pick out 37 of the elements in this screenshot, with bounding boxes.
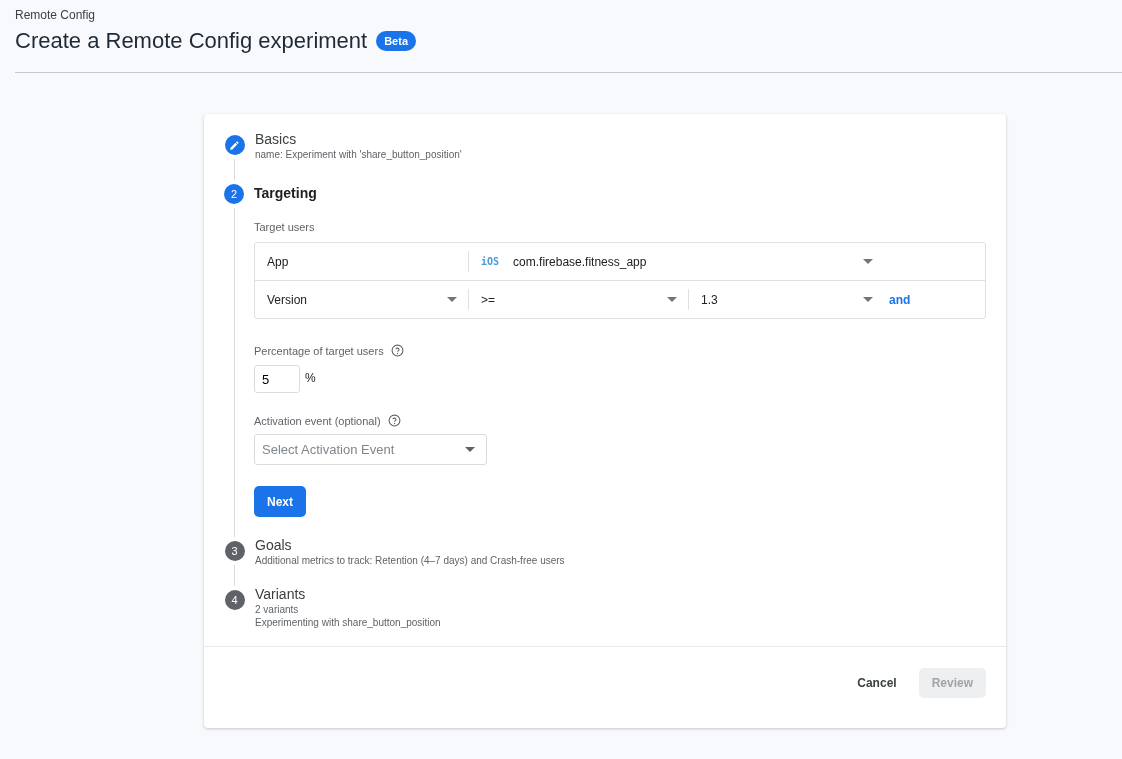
caret-icon xyxy=(863,259,873,264)
step-number: 4 xyxy=(224,590,245,610)
next-button[interactable]: Next xyxy=(254,486,306,517)
caret-icon xyxy=(465,447,475,452)
step-title[interactable]: Targeting xyxy=(254,185,986,201)
cancel-button[interactable]: Cancel xyxy=(845,668,909,698)
step-summary: Experimenting with share_button_position xyxy=(255,617,442,628)
percent-sign: % xyxy=(305,371,316,385)
breadcrumb: Remote Config xyxy=(15,8,97,22)
value-select[interactable]: iOS com.firebase.fitness_app xyxy=(469,243,885,280)
beta-badge: Beta xyxy=(376,31,416,51)
step-number: 3 xyxy=(224,541,245,561)
platform-label: iOS xyxy=(481,256,500,267)
step-summary: name: Experiment with 'share_button_position' xyxy=(255,149,463,160)
activation-label: Activation event (optional) xyxy=(254,414,381,427)
and-link[interactable]: and xyxy=(889,292,911,307)
step-title[interactable]: Basics xyxy=(255,131,986,147)
value-select[interactable]: 1.3 xyxy=(689,281,885,318)
target-users-label: Target users xyxy=(254,221,316,233)
caret-icon xyxy=(863,297,873,302)
activation-event-select[interactable]: Select Activation Event xyxy=(254,434,487,465)
help-icon[interactable] xyxy=(390,344,404,357)
step-summary: Additional metrics to track: Retention (4–7 days) and Crash-free users xyxy=(255,555,566,566)
step-summary: 2 variants xyxy=(255,604,300,615)
page-title: Create a Remote Config experiment xyxy=(15,28,368,54)
help-icon[interactable] xyxy=(387,414,401,427)
caret-icon xyxy=(667,297,677,302)
step-title[interactable]: Goals xyxy=(255,537,986,553)
pencil-icon xyxy=(229,139,240,151)
step-title[interactable]: Variants xyxy=(255,586,986,602)
percentage-input[interactable]: 5 xyxy=(254,365,300,393)
value-select[interactable]: >= xyxy=(469,281,689,318)
field-select[interactable]: Version xyxy=(255,281,469,318)
field-select[interactable]: App xyxy=(255,243,469,280)
percentage-label: Percentage of target users xyxy=(254,344,384,357)
step-number: 2 xyxy=(224,184,244,204)
caret-icon xyxy=(447,297,457,302)
